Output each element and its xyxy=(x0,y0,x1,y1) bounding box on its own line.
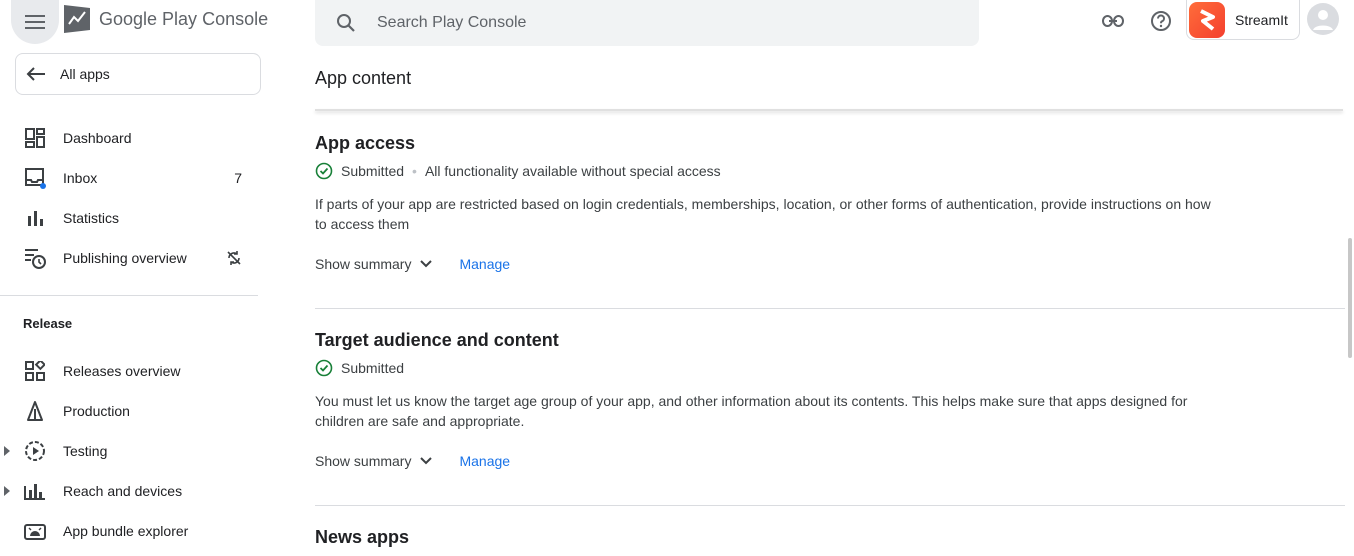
app-switcher-chip[interactable]: StreamIt xyxy=(1186,0,1300,40)
play-console-logo-icon xyxy=(64,5,90,33)
header-shadow-divider xyxy=(315,109,1343,111)
sidebar-item-testing[interactable]: Testing xyxy=(0,431,258,471)
section-description: You must let us know the target age grou… xyxy=(315,393,1188,429)
brand-logo[interactable]: Google Play Console xyxy=(63,4,268,34)
app-name: StreamIt xyxy=(1235,11,1288,28)
streamit-app-icon xyxy=(1189,1,1225,38)
chevron-down-icon xyxy=(419,259,433,269)
sidebar-item-label: App bundle explorer xyxy=(63,523,189,539)
sidebar-divider xyxy=(0,295,258,296)
search-input[interactable] xyxy=(375,13,939,33)
sidebar-item-label: Statistics xyxy=(63,210,120,226)
bar-chart-icon xyxy=(23,206,47,230)
news-apps-section: News apps xyxy=(315,527,1345,548)
arrow-back-icon xyxy=(26,67,45,81)
sidebar-item-label: Production xyxy=(63,403,130,419)
help-icon xyxy=(1151,11,1171,31)
sidebar-item-publishing-overview[interactable]: Publishing overview xyxy=(0,238,258,278)
show-summary-label: Show summary xyxy=(315,256,412,272)
scrollbar-thumb[interactable] xyxy=(1348,238,1352,358)
sidebar-item-dashboard[interactable]: Dashboard xyxy=(0,118,258,158)
inbox-icon xyxy=(23,166,47,190)
sidebar-section-release: Release xyxy=(23,316,73,331)
sidebar-item-label: Reach and devices xyxy=(63,483,183,499)
dashboard-icon xyxy=(23,126,47,150)
status-detail: All functionality available without spec… xyxy=(424,163,721,179)
show-summary-button[interactable]: Show summary xyxy=(315,256,433,272)
sidebar-item-label: Testing xyxy=(63,443,108,459)
testing-icon xyxy=(23,439,47,463)
android-icon xyxy=(23,519,47,543)
sidebar-item-production[interactable]: Production xyxy=(0,391,258,431)
section-title: App access xyxy=(315,133,416,153)
all-apps-label: All apps xyxy=(60,66,110,82)
sidebar-item-label: Releases overview xyxy=(63,363,181,379)
person-icon xyxy=(1313,10,1333,30)
section-divider xyxy=(315,308,1345,309)
section-title: News apps xyxy=(315,527,410,547)
status-badge: Submitted xyxy=(341,360,405,376)
expand-caret-icon[interactable] xyxy=(4,486,10,496)
section-description: If parts of your app are restricted base… xyxy=(315,196,1211,232)
main-menu-button[interactable] xyxy=(11,0,59,44)
status-badge: Submitted xyxy=(341,163,405,179)
schedule-list-icon xyxy=(23,246,47,270)
section-divider xyxy=(315,505,1345,506)
all-apps-button[interactable]: All apps xyxy=(15,53,261,95)
releases-overview-icon xyxy=(23,359,47,383)
expand-caret-icon[interactable] xyxy=(4,446,10,456)
check-circle-icon xyxy=(315,359,333,377)
status-row: Submitted • All functionality available … xyxy=(315,162,1345,180)
manage-link[interactable]: Manage xyxy=(459,256,510,272)
sidebar-item-label: Dashboard xyxy=(63,130,132,146)
brand-name: Google Play Console xyxy=(99,8,269,29)
sidebar-item-releases-overview[interactable]: Releases overview xyxy=(0,351,258,391)
manage-link[interactable]: Manage xyxy=(459,453,510,469)
check-circle-icon xyxy=(315,162,333,180)
production-icon xyxy=(23,399,47,423)
chevron-down-icon xyxy=(419,456,433,466)
sidebar-item-label: Publishing overview xyxy=(63,250,187,266)
show-summary-button[interactable]: Show summary xyxy=(315,453,433,469)
search-bar[interactable] xyxy=(315,0,979,46)
status-row: Submitted xyxy=(315,359,1345,377)
sidebar-item-reach-and-devices[interactable]: Reach and devices xyxy=(0,471,258,511)
sidebar-item-inbox[interactable]: Inbox 7 xyxy=(0,158,258,198)
inbox-count-badge: 7 xyxy=(234,170,242,186)
reach-devices-icon xyxy=(23,479,47,503)
sidebar-item-statistics[interactable]: Statistics xyxy=(0,198,258,238)
sidebar-item-app-bundle-explorer[interactable]: App bundle explorer xyxy=(0,511,258,551)
link-icon xyxy=(1102,15,1124,27)
help-button[interactable] xyxy=(1141,1,1181,41)
section-title: Target audience and content xyxy=(315,330,559,350)
sync-disabled-icon xyxy=(226,250,242,269)
page-title: App content xyxy=(315,68,412,88)
target-audience-section: Target audience and content Submitted Yo… xyxy=(315,330,1345,469)
app-access-section: App access Submitted • All functionality… xyxy=(315,133,1345,272)
show-summary-label: Show summary xyxy=(315,453,412,469)
account-avatar[interactable] xyxy=(1307,3,1339,35)
hamburger-menu-icon xyxy=(25,15,45,29)
copy-link-button[interactable] xyxy=(1093,1,1133,41)
separator-dot: • xyxy=(412,163,417,179)
search-icon xyxy=(335,12,357,34)
sidebar-item-label: Inbox xyxy=(63,170,98,186)
